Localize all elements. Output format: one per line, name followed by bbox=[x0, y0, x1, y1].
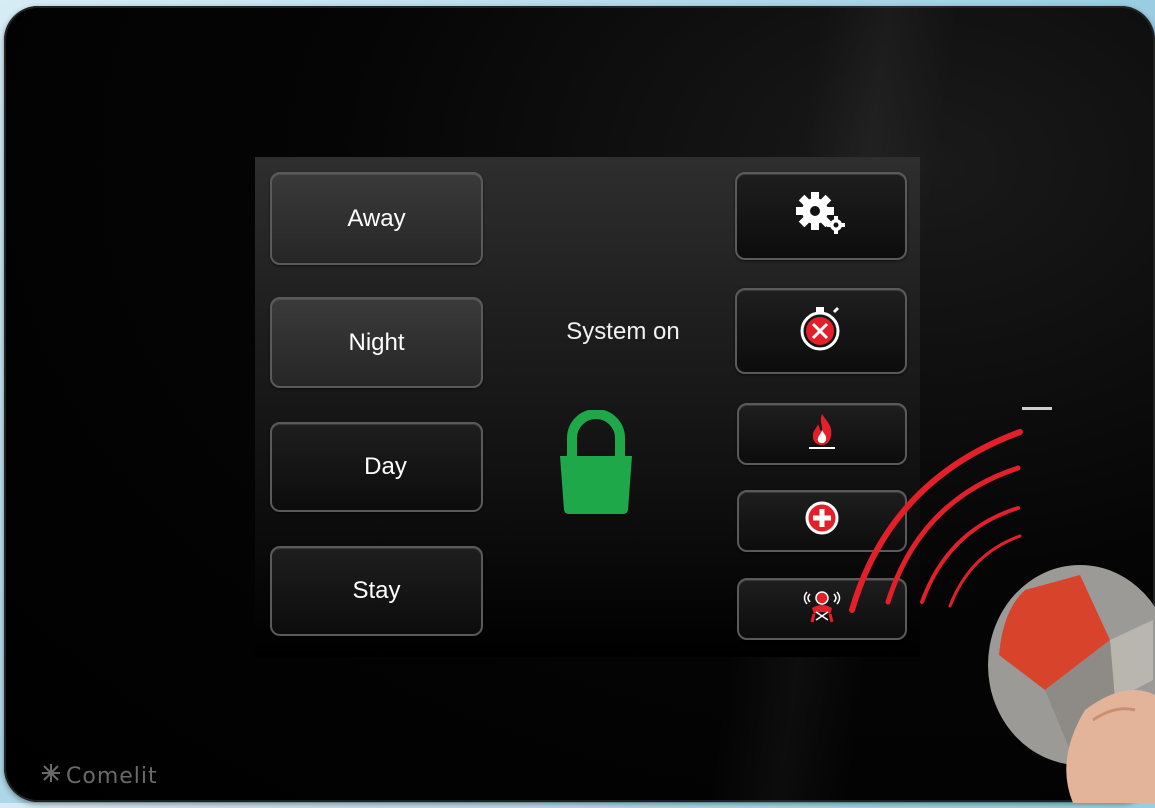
night-button-label: Night bbox=[348, 328, 405, 356]
timer-cancel-button[interactable] bbox=[735, 288, 907, 374]
stay-button-label: Stay bbox=[352, 577, 401, 604]
stopwatch-cancel-icon bbox=[796, 303, 846, 360]
logo-mark-icon bbox=[40, 762, 62, 790]
day-button-label: Day bbox=[364, 453, 407, 480]
away-button[interactable]: Away bbox=[270, 172, 483, 265]
logo-text: Comelit bbox=[66, 763, 158, 789]
gear-icon bbox=[791, 188, 851, 245]
padlock-locked-icon bbox=[556, 409, 636, 521]
day-button[interactable]: Day bbox=[270, 422, 483, 512]
stay-button[interactable]: Stay bbox=[270, 546, 483, 636]
side-indicator bbox=[1022, 407, 1052, 410]
brand-logo: Comelit bbox=[40, 762, 158, 790]
night-button[interactable]: Night bbox=[270, 297, 483, 388]
system-status-text: System on bbox=[566, 318, 680, 345]
away-button-label: Away bbox=[347, 204, 406, 232]
remote-key-fob bbox=[985, 560, 1155, 808]
settings-button[interactable] bbox=[735, 172, 907, 260]
